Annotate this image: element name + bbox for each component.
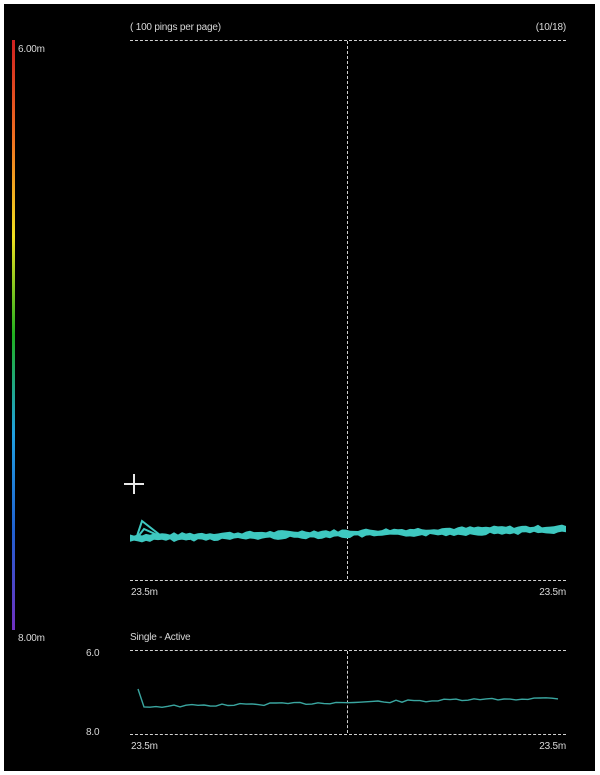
profile-plot-bottom-axis: [130, 734, 566, 735]
profile-range-left: 23.5m: [131, 741, 158, 752]
colorbar-top-label: 6.00m: [18, 44, 45, 55]
depth-color-scale: [12, 40, 15, 630]
seafloor-trace: [130, 519, 566, 543]
colorbar-bottom-label: 8.00m: [18, 633, 45, 644]
crosshair-cursor-icon: [124, 474, 144, 494]
sonar-display: 6.00m 8.00m ( 100 pings per page) (10/18…: [4, 4, 595, 771]
profile-range-right: 23.5m: [539, 741, 566, 752]
main-waterfall-plot[interactable]: [130, 41, 566, 579]
main-plot-bottom-axis: [130, 580, 566, 581]
profile-axis-bottom: 8.0: [86, 727, 100, 738]
profile-axis-top: 6.0: [86, 648, 100, 659]
profile-trace-line: [137, 688, 559, 709]
profile-trace: [137, 688, 559, 709]
page-counter: (10/18): [535, 22, 566, 33]
profile-mode-label: Single - Active: [130, 632, 191, 643]
seafloor-echo-band: [130, 524, 566, 543]
main-range-left: 23.5m: [131, 587, 158, 598]
pings-per-page-label: ( 100 pings per page): [130, 22, 221, 33]
main-range-right: 23.5m: [539, 587, 566, 598]
profile-plot[interactable]: [130, 651, 566, 733]
